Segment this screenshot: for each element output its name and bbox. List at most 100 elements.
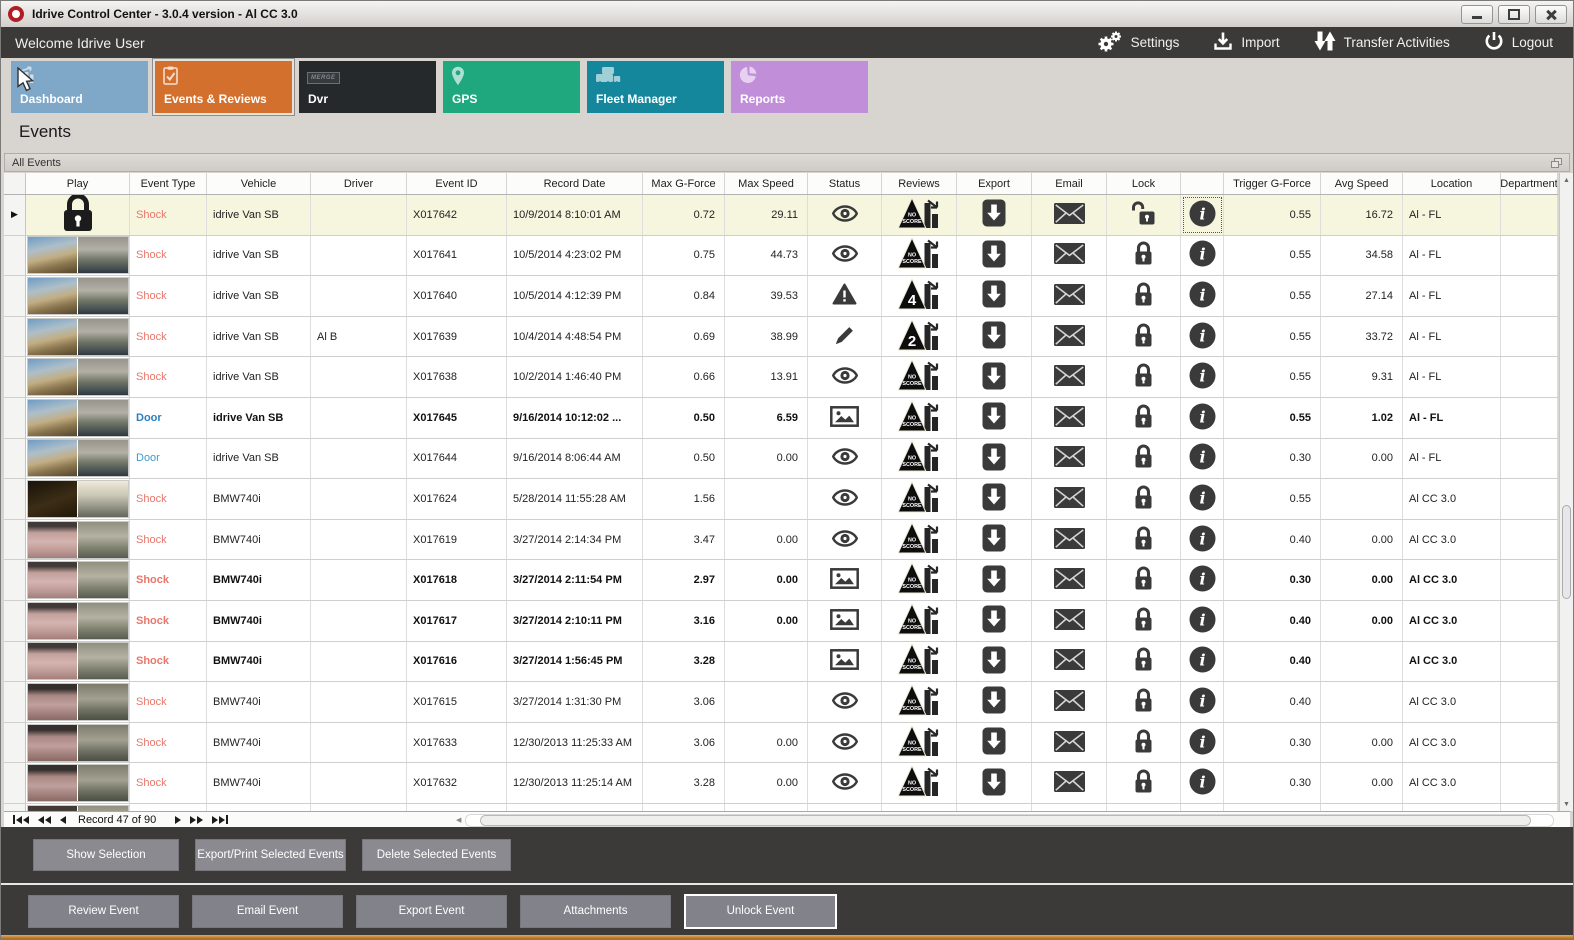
email-button[interactable] <box>1032 276 1107 316</box>
email-button[interactable] <box>1032 600 1107 641</box>
info-button[interactable]: i <box>1181 722 1224 763</box>
email-button[interactable] <box>1032 235 1107 276</box>
play-cell[interactable] <box>26 438 130 479</box>
vertical-scrollbar[interactable]: ▲ ▼ <box>1559 173 1573 811</box>
info-button[interactable]: i <box>1181 235 1224 276</box>
event-thumbnail[interactable] <box>26 642 129 681</box>
table-row[interactable]: Shock BMW740i X017616 3/27/2014 1:56:45 PM 3… <box>4 641 1558 683</box>
email-button[interactable] <box>1032 682 1107 722</box>
status-cell[interactable] <box>808 195 882 235</box>
lock-button[interactable] <box>1107 397 1181 438</box>
email-button[interactable] <box>1032 316 1107 357</box>
event-thumbnail[interactable] <box>26 479 129 518</box>
email-button[interactable] <box>1032 195 1107 235</box>
table-row[interactable]: Shock idrive Van SB Al B X017639 10/4/2014 4… <box>4 316 1558 358</box>
reviews-cell[interactable]: NO SCORE <box>882 641 957 682</box>
column-header-event-id[interactable]: Event ID <box>407 173 507 194</box>
reviews-cell[interactable]: NO SCORE <box>882 357 957 397</box>
info-button[interactable]: i <box>1181 519 1224 560</box>
info-button[interactable]: i <box>1181 438 1224 479</box>
horizontal-scrollbar[interactable]: ◀ <box>456 813 1554 827</box>
column-header-max-speed[interactable]: Max Speed <box>725 173 808 194</box>
tab-events-reviews[interactable]: Events & Reviews <box>155 61 292 113</box>
column-header-location[interactable]: Location <box>1403 173 1501 194</box>
column-header-blank[interactable] <box>1181 173 1224 194</box>
export-button[interactable] <box>957 722 1032 763</box>
play-cell[interactable] <box>26 235 130 276</box>
restore-panel-icon[interactable] <box>1551 157 1562 168</box>
table-row[interactable]: Shock BMW740i X017615 3/27/2014 1:31:30 PM 3… <box>4 682 1558 723</box>
play-cell[interactable] <box>26 276 130 316</box>
info-button[interactable]: i <box>1181 560 1224 600</box>
column-header-max-g-force[interactable]: Max G-Force <box>643 173 725 194</box>
export-button[interactable] <box>957 235 1032 276</box>
topbar-transfer-activities-button[interactable]: Transfer Activities <box>1314 30 1450 55</box>
column-header-department[interactable]: Department <box>1501 173 1558 194</box>
first-page-icon[interactable] <box>13 815 29 824</box>
table-row[interactable]: Shock BMW740i X017618 3/27/2014 2:11:54 PM 2… <box>4 560 1558 601</box>
status-cell[interactable] <box>808 763 882 803</box>
lock-button[interactable] <box>1107 316 1181 357</box>
reviews-cell[interactable]: NO SCORE <box>882 560 957 600</box>
reviews-cell[interactable]: NO SCORE <box>882 195 957 235</box>
delete-selected-events-button[interactable]: Delete Selected Events <box>362 839 511 871</box>
status-cell[interactable] <box>808 235 882 276</box>
event-thumbnail[interactable] <box>26 682 129 721</box>
email-button[interactable] <box>1032 357 1107 397</box>
reviews-cell[interactable]: NO SCORE <box>882 763 957 803</box>
info-button[interactable]: i <box>1181 763 1224 803</box>
minimize-button[interactable] <box>1461 5 1493 24</box>
event-thumbnail[interactable] <box>26 398 129 437</box>
play-cell[interactable] <box>26 397 130 438</box>
export-button[interactable] <box>957 357 1032 397</box>
export-button[interactable] <box>957 316 1032 357</box>
reviews-cell[interactable]: 4 <box>882 276 957 316</box>
export-button[interactable] <box>957 763 1032 803</box>
column-header-reviews[interactable]: Reviews <box>882 173 957 194</box>
info-button[interactable]: i <box>1181 316 1224 357</box>
unlock-event-button[interactable]: Unlock Event <box>684 893 837 929</box>
tab-dvr[interactable]: MERGE Dvr <box>299 61 436 113</box>
column-header-driver[interactable]: Driver <box>311 173 407 194</box>
reviews-cell[interactable]: NO SCORE <box>882 438 957 479</box>
lock-button[interactable] <box>1107 560 1181 600</box>
play-cell[interactable] <box>26 195 130 235</box>
export-button[interactable] <box>957 195 1032 235</box>
table-row[interactable]: Shock idrive Van SB X017640 10/5/2014 4:12:… <box>4 276 1558 317</box>
play-cell[interactable] <box>26 479 130 519</box>
table-row[interactable]: Shock BMW740i X017617 3/27/2014 2:10:11 PM 3… <box>4 600 1558 642</box>
scroll-down-icon[interactable]: ▼ <box>1560 797 1573 811</box>
lock-button[interactable] <box>1107 195 1181 235</box>
lock-button[interactable] <box>1107 357 1181 397</box>
column-header-avg-speed[interactable]: Avg Speed <box>1321 173 1403 194</box>
column-header-event-type[interactable]: Event Type <box>130 173 207 194</box>
play-cell[interactable] <box>26 316 130 357</box>
email-button[interactable] <box>1032 397 1107 438</box>
column-header-play[interactable]: Play <box>26 173 130 194</box>
reviews-cell[interactable]: NO SCORE <box>882 397 957 438</box>
column-header-email[interactable]: Email <box>1032 173 1107 194</box>
email-button[interactable] <box>1032 641 1107 682</box>
info-button[interactable]: i <box>1181 479 1224 519</box>
last-page-icon[interactable] <box>212 815 229 824</box>
lock-button[interactable] <box>1107 600 1181 641</box>
topbar-import-button[interactable]: Import <box>1213 31 1280 54</box>
fast-next-icon[interactable] <box>190 815 204 824</box>
play-cell[interactable] <box>26 519 130 560</box>
table-row[interactable]: Shock BMW740i X017619 3/27/2014 2:14:34 PM 3… <box>4 519 1558 561</box>
lock-button[interactable] <box>1107 276 1181 316</box>
status-cell[interactable] <box>808 519 882 560</box>
lock-button[interactable] <box>1107 763 1181 803</box>
play-cell[interactable] <box>26 560 130 600</box>
status-cell[interactable] <box>808 560 882 600</box>
info-button[interactable]: i <box>1181 600 1224 641</box>
event-thumbnail[interactable] <box>26 317 129 356</box>
play-cell[interactable] <box>26 682 130 722</box>
event-thumbnail[interactable] <box>26 723 129 762</box>
topbar-settings-button[interactable]: Settings <box>1096 30 1179 56</box>
status-cell[interactable] <box>808 357 882 397</box>
email-button[interactable] <box>1032 763 1107 803</box>
email-button[interactable] <box>1032 438 1107 479</box>
table-row[interactable]: Door idrive Van SB X017644 9/16/2014 8:06:4… <box>4 438 1558 480</box>
event-thumbnail[interactable] <box>26 601 129 640</box>
